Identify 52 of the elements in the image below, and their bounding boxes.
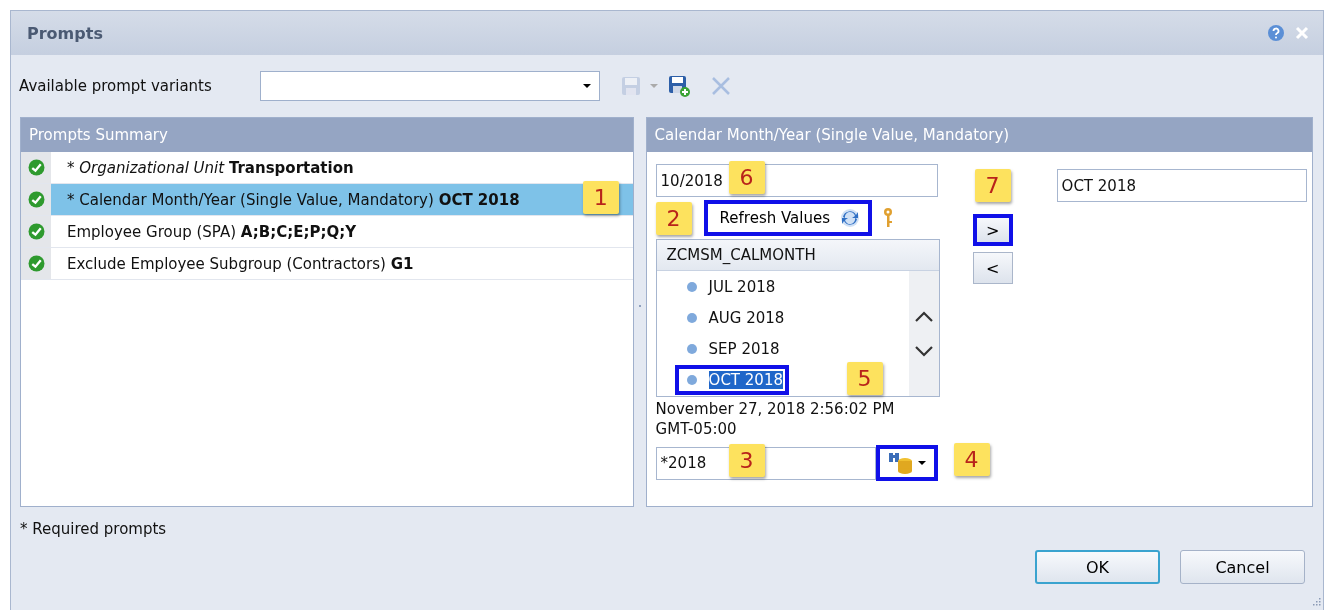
bullet-icon bbox=[686, 281, 697, 292]
caret-icon bbox=[583, 84, 591, 88]
list-item[interactable]: JUL 2018 bbox=[708, 277, 776, 296]
move-button[interactable]: < bbox=[972, 252, 1013, 284]
move-button[interactable]: > bbox=[972, 214, 1013, 246]
window-title: Prompts bbox=[27, 23, 103, 43]
prompt-item[interactable]: *Organizational Unit Transportation bbox=[51, 152, 633, 183]
bullet-icon bbox=[686, 343, 697, 354]
panel-header: Calendar Month/Year (Single Value, Mandatory) bbox=[646, 118, 1312, 152]
key-icon[interactable] bbox=[882, 207, 894, 229]
close-icon[interactable] bbox=[1295, 26, 1309, 40]
list-item[interactable]: OCT 2018 bbox=[708, 370, 783, 389]
list-row[interactable]: AUG 2018 bbox=[674, 302, 791, 333]
prompt-item[interactable]: Employee Group (SPA) A;B;C;E;P;Q;Y bbox=[51, 216, 633, 247]
save-new-icon[interactable] bbox=[668, 75, 690, 97]
search-input-field[interactable]: *2018 3 bbox=[655, 446, 876, 480]
required-note: * Required prompts bbox=[20, 520, 168, 538]
cancel-button[interactable]: Cancel bbox=[1180, 550, 1305, 584]
caret-icon[interactable] bbox=[650, 84, 658, 88]
list-row[interactable]: SEP 2018 bbox=[674, 333, 786, 364]
list-row[interactable]: OCT 2018 bbox=[674, 364, 789, 395]
timestamp-text: November 27, 2018 2:56:02 PM GMT-05:00 bbox=[655, 399, 896, 439]
column-header: ZCMSM_CALMONTH bbox=[656, 240, 939, 271]
search-menu-button[interactable] bbox=[875, 445, 938, 481]
callout-badge: 7 bbox=[974, 169, 1011, 202]
ok-button[interactable]: OK bbox=[1035, 550, 1160, 584]
refresh-icon bbox=[838, 207, 862, 229]
callout-badge: 6 bbox=[728, 161, 765, 194]
value-input-field[interactable]: 10/2018 6 bbox=[655, 164, 938, 197]
scrollbar[interactable] bbox=[908, 271, 939, 396]
selected-value-field[interactable]: OCT 2018 bbox=[1056, 169, 1307, 202]
refresh-values-button[interactable]: Refresh Values bbox=[703, 200, 872, 236]
list-item[interactable]: AUG 2018 bbox=[708, 308, 785, 327]
panel-header: Prompts Summary bbox=[21, 118, 633, 152]
bullet-icon bbox=[686, 312, 697, 323]
help-icon[interactable] bbox=[1267, 24, 1285, 42]
prompt-item[interactable]: * Calendar Month/Year (Single Value, Mandatory) OCT 2018 1 bbox=[51, 184, 633, 215]
callout-badge: 4 bbox=[953, 443, 990, 476]
bullet-icon bbox=[686, 374, 697, 385]
chevron-down-icon[interactable] bbox=[913, 344, 934, 357]
callout-badge: 2 bbox=[655, 202, 692, 235]
list-item[interactable]: SEP 2018 bbox=[708, 339, 780, 358]
chevron-up-icon[interactable] bbox=[913, 310, 934, 323]
callout-badge: 1 bbox=[582, 181, 619, 214]
prompt-item[interactable]: Exclude Employee Subgroup (Contractors) G1 bbox=[51, 248, 633, 279]
list-row[interactable]: JUL 2018 bbox=[674, 271, 782, 302]
variants-label: Available prompt variants bbox=[19, 77, 213, 95]
variants-dropdown[interactable] bbox=[260, 71, 600, 101]
caret-icon bbox=[917, 461, 926, 465]
binoculars-database-icon bbox=[887, 452, 914, 474]
callout-badge: 3 bbox=[728, 443, 765, 477]
callout-badge: 5 bbox=[846, 362, 883, 395]
